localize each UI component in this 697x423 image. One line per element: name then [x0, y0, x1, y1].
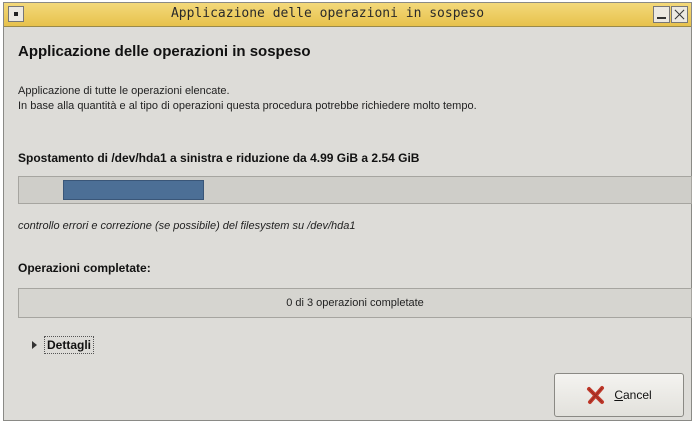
- title-bar[interactable]: Applicazione delle operazioni in sospeso: [4, 3, 691, 27]
- operation-progress-bar: [18, 176, 692, 204]
- operation-progress-fill: [63, 180, 204, 200]
- cancel-button[interactable]: Cancel: [554, 373, 684, 417]
- cancel-x-icon: [587, 386, 605, 404]
- details-expander[interactable]: Dettagli: [32, 335, 95, 355]
- expander-arrow-icon[interactable]: [32, 341, 37, 349]
- details-label[interactable]: Dettagli: [44, 336, 95, 354]
- cancel-label[interactable]: Cancel: [614, 388, 651, 402]
- current-step-status: controllo errori e correzione (se possib…: [18, 220, 356, 232]
- dialog-window: Applicazione delle operazioni in sospeso…: [3, 2, 692, 421]
- description-line-2: In base alla quantità e al tipo di opera…: [18, 100, 477, 112]
- dialog-heading: Applicazione delle operazioni in sospeso: [18, 43, 311, 60]
- minimize-icon[interactable]: [653, 6, 670, 23]
- completed-operations-bar: 0 di 3 operazioni completate: [18, 288, 692, 318]
- close-icon[interactable]: [671, 6, 688, 23]
- description-line-1: Applicazione di tutte le operazioni elen…: [18, 85, 230, 97]
- completed-operations-status: 0 di 3 operazioni completate: [286, 297, 424, 309]
- window-title: Applicazione delle operazioni in sospeso: [170, 6, 485, 21]
- current-operation-label: Spostamento di /dev/hda1 a sinistra e ri…: [18, 151, 420, 165]
- dialog-description: Applicazione di tutte le operazioni elen…: [18, 84, 477, 114]
- window-menu-icon[interactable]: [8, 6, 24, 22]
- completed-operations-label: Operazioni completate:: [18, 261, 151, 275]
